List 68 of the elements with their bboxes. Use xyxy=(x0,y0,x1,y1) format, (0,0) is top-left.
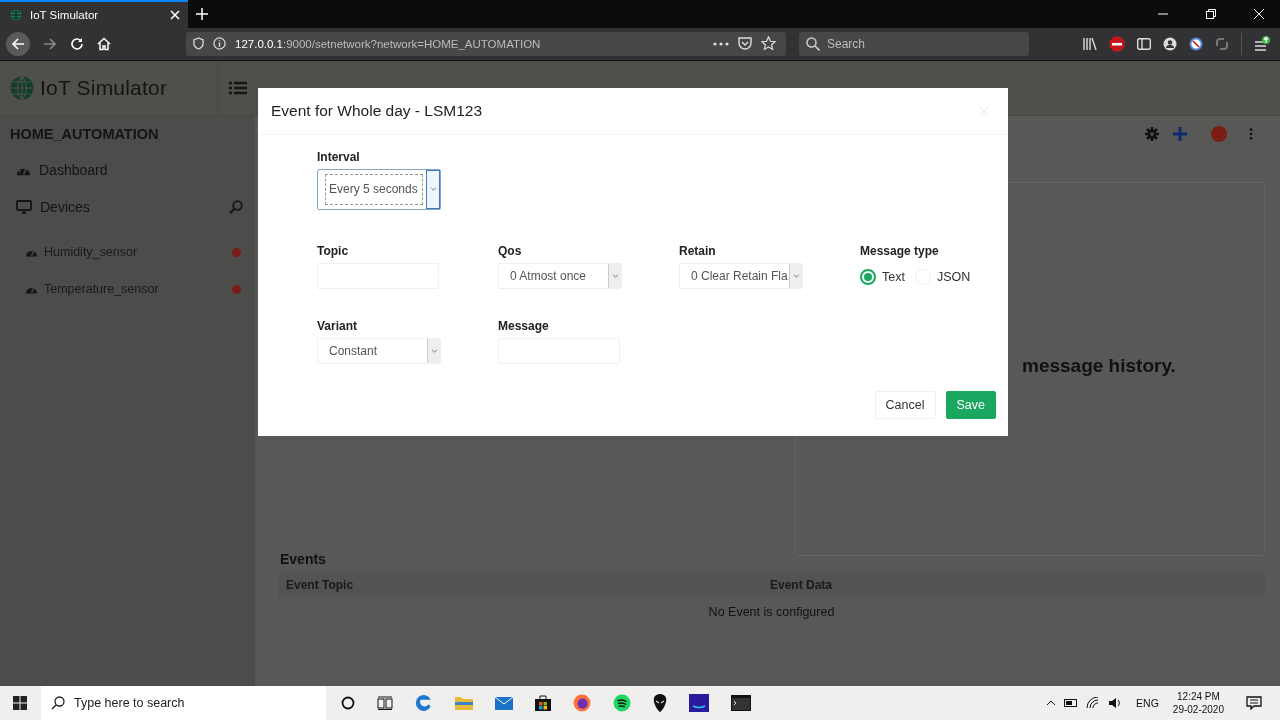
more-icon[interactable] xyxy=(713,41,729,46)
field-label: Message type xyxy=(860,243,940,258)
battery-icon[interactable] xyxy=(1064,699,1079,707)
address-bar[interactable]: 127.0.0.1:9000/setnetwork?network=HOME_AUTOMATION xyxy=(186,31,786,56)
edge-icon[interactable] xyxy=(415,694,433,712)
url-text: 127.0.0.1:9000/setnetwork?network=HOME_AUTOMATION xyxy=(235,37,541,50)
column-header: Event Data xyxy=(770,577,833,592)
clock-time[interactable]: 12:24 PM xyxy=(1177,690,1220,703)
menu-icon[interactable] xyxy=(1254,35,1270,52)
search-icon xyxy=(806,36,820,51)
info-icon xyxy=(213,37,226,51)
library-icon[interactable] xyxy=(1083,37,1097,50)
language-indicator[interactable]: ENG xyxy=(1136,697,1159,709)
back-icon[interactable] xyxy=(11,36,25,51)
blocked-icon[interactable] xyxy=(1189,36,1203,51)
music-icon[interactable] xyxy=(613,694,631,712)
sidebar-icon[interactable] xyxy=(1137,37,1151,50)
reload-icon[interactable] xyxy=(70,36,84,51)
column-header: Event Topic xyxy=(286,577,355,592)
network-name: HOME_AUTOMATION xyxy=(9,125,160,144)
account-icon[interactable] xyxy=(1163,36,1177,51)
search-field[interactable]: Search xyxy=(799,31,1029,56)
select-field[interactable]: 0 Atmost once xyxy=(498,262,622,289)
field-label: Qos xyxy=(498,243,523,258)
wifi-icon[interactable] xyxy=(1086,697,1101,709)
settings-icon[interactable] xyxy=(1145,127,1159,142)
alien-icon[interactable] xyxy=(653,694,667,712)
field-label: Variant xyxy=(317,318,359,333)
radio-option[interactable]: JSON xyxy=(914,268,971,285)
restore-icon[interactable] xyxy=(1206,8,1216,19)
section-title: Events xyxy=(279,550,327,569)
cancel-button[interactable]: Cancel xyxy=(874,390,936,419)
field-label: Interval xyxy=(317,149,361,164)
sync-icon[interactable] xyxy=(1215,36,1229,51)
monitor-icon xyxy=(16,200,32,215)
store-icon[interactable] xyxy=(535,695,551,711)
select-field[interactable]: 0 Clear Retain Fla xyxy=(679,262,803,289)
windows-icon[interactable] xyxy=(13,696,27,710)
app-logo: IoT Simulator xyxy=(40,75,168,100)
globe-icon xyxy=(10,8,22,21)
field-label: Retain xyxy=(679,243,717,258)
empty-message: No Event is configured xyxy=(708,604,835,619)
history-message: message history. xyxy=(1022,354,1176,376)
cortana-icon[interactable] xyxy=(341,696,355,710)
select-field[interactable]: Every 5 seconds xyxy=(317,168,441,210)
task-view-icon[interactable] xyxy=(377,696,393,710)
mail-icon[interactable] xyxy=(495,696,513,710)
globe-icon xyxy=(10,75,34,100)
browser-tab[interactable]: IoT Simulator xyxy=(0,0,188,28)
clock-date[interactable]: 29-02-2020 xyxy=(1172,703,1224,716)
taskbar-search[interactable]: Type here to search xyxy=(41,686,326,720)
speaker-icon[interactable] xyxy=(1108,697,1123,709)
notifications-icon[interactable] xyxy=(1246,696,1262,710)
folder-icon[interactable] xyxy=(455,696,473,710)
modal-title: Event for Whole day - LSM123 xyxy=(271,101,483,120)
field-label: Topic xyxy=(317,243,350,258)
select-field[interactable]: Constant xyxy=(317,337,441,364)
firefox-icon[interactable] xyxy=(573,694,591,712)
search-icon xyxy=(51,696,65,710)
back-button[interactable] xyxy=(6,31,30,56)
shield-icon xyxy=(193,37,204,51)
pocket-icon[interactable] xyxy=(738,37,752,51)
chevron-up-icon[interactable] xyxy=(1046,700,1057,706)
field-label: Message xyxy=(498,318,550,333)
radio-option[interactable]: Text xyxy=(860,268,905,285)
forward-icon[interactable] xyxy=(43,36,57,51)
home-icon[interactable] xyxy=(97,36,111,51)
star-icon[interactable] xyxy=(761,36,776,52)
